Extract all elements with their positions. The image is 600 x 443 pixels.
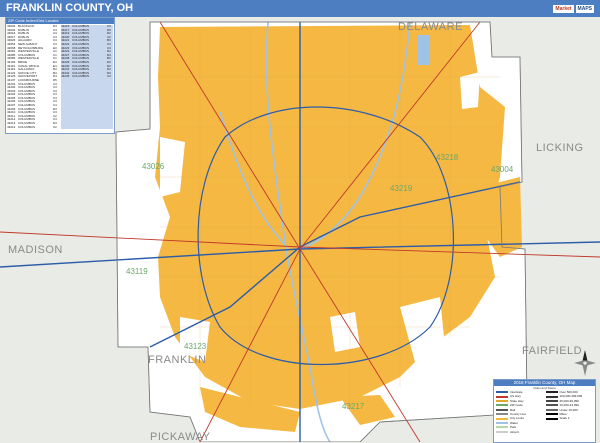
legend-symbol-icon [496, 421, 508, 424]
county-label-delaware: DELAWARE [398, 21, 463, 33]
brand-logo-mark-b: MAPS [575, 4, 594, 13]
zip-label-43004: 43004 [491, 165, 514, 174]
legend-symbol-icon [545, 413, 558, 416]
legend-right-column: Over 500,000 100,000-499,999 25,000-99,999… [545, 390, 594, 434]
legend-columns: Interstate US Hwy State Hwy ZIP Code Rail Cou… [494, 390, 595, 434]
map-legend: 2016 Franklin County, OH Map Cities and … [493, 379, 596, 443]
zip-label-43219: 43219 [390, 184, 413, 193]
zip-label-43123: 43123 [184, 342, 207, 351]
legend-symbol-icon [496, 395, 508, 398]
zip-index-row: 43235 COLUMBUS C2 [61, 75, 113, 79]
compass-rose-icon [574, 350, 596, 376]
zip-grid-cell: C2 [107, 74, 111, 79]
legend-symbol-icon [496, 391, 508, 394]
legend-symbol-icon [496, 417, 508, 420]
zip-index-columns: 43002 BLACKLICK D3 43004 DUBLIN C3 43016 DUBLIN… [6, 24, 114, 130]
zip-label-43026: 43026 [142, 162, 165, 171]
reservoir [418, 35, 430, 65]
zip-city-cell: COLUMBUS [72, 75, 90, 79]
zip-grid-cell: C2 [53, 124, 57, 129]
legend-symbol-icon [496, 430, 508, 433]
brand-logo: Market MAPS [553, 1, 594, 16]
zip-city-cell: COLUMBUS [18, 125, 36, 129]
legend-symbol-icon [496, 426, 508, 429]
legend-symbol-icon [545, 395, 558, 398]
page-title: FRANKLIN COUNTY, OH [6, 2, 134, 14]
legend-symbol-icon [545, 391, 558, 394]
legend-symbol-icon [496, 413, 508, 416]
legend-symbol-icon [496, 404, 508, 407]
legend-item: Airport [496, 430, 544, 434]
zip-code-cell: 43235 [61, 74, 70, 79]
zip-code-cell: 43214 [7, 124, 16, 129]
legend-label: Airport [510, 429, 519, 434]
legend-symbol-icon [545, 408, 558, 411]
legend-symbol-icon [545, 404, 558, 407]
zip-index-panel: ZIP Code Index/Grid Locator 43002 BLACKLI… [5, 17, 115, 134]
zip-label-43217: 43217 [342, 402, 365, 411]
county-label-licking: LICKING [536, 142, 584, 154]
county-label-madison: MADISON [8, 244, 63, 256]
legend-symbol-icon [545, 417, 558, 420]
title-bar: FRANKLIN COUNTY, OH Market MAPS [0, 0, 600, 17]
county-label-pickaway: PICKAWAY [150, 431, 211, 443]
legend-symbol-icon [545, 399, 558, 402]
legend-symbol-icon [496, 408, 508, 411]
legend-label: Scale 1: [559, 416, 571, 421]
zip-label-43119: 43119 [126, 267, 148, 276]
zip-label-43218: 43218 [436, 153, 459, 162]
legend-symbol-icon [496, 399, 508, 402]
brand-logo-mark-a: Market [553, 4, 574, 13]
county-label-franklin: FRANKLIN [148, 354, 207, 366]
zip-index-column: 43002 BLACKLICK D3 43004 DUBLIN C3 43016 DUBLIN… [7, 24, 59, 130]
legend-left-column: Interstate US Hwy State Hwy ZIP Code Rail Cou… [496, 390, 544, 434]
zip-index-row: 43214 COLUMBUS C2 [7, 124, 59, 130]
zip-index-column: 43215 COLUMBUS C3 43217 COLUMBUS D5 43219 COLUM… [61, 24, 113, 130]
legend-item: Scale 1: [545, 416, 594, 421]
